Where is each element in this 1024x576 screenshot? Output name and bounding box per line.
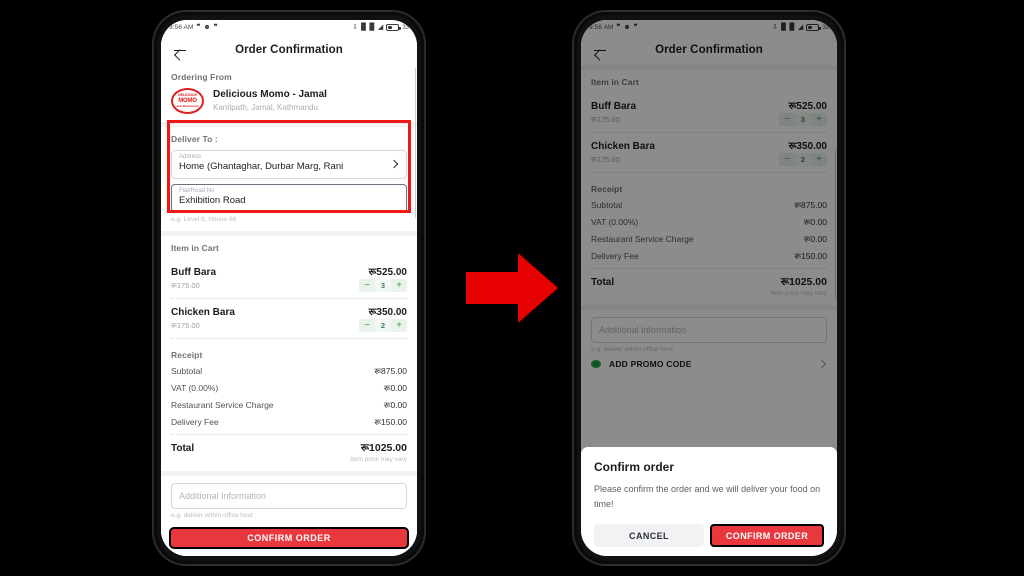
dialog-title: Confirm order [594,460,675,475]
dialog-actions: CANCEL CONFIRM ORDER [594,524,824,556]
row-divider [171,338,407,339]
cart-item-name: Buff Bara [171,267,217,278]
phone-right-screen: 9:56 AM ❞ ☻ ❞ ⇩ ▉ ▉ ◢ 33 Order Confirmat… [581,20,837,556]
quantity-value: 2 [375,319,391,332]
signal-icon: ▉ [361,24,367,31]
page-title: Order Confirmation [235,44,343,56]
flat-road-hint: e.g. Level 8, House 68 [171,216,237,223]
vendor-address: Kantipath, Jamal, Kathmandu [213,102,318,112]
flat-road-field[interactable]: Flat/Road No Exhibition Road [171,184,407,213]
cart-item-total: रू350.00 [368,307,407,318]
wifi-icon: ◢ [377,24,384,31]
confirm-order-dialog: Confirm order Please confirm the order a… [581,447,837,556]
ordering-from-title: Ordering From [171,72,232,82]
screenshot-stage: 9:56 AM ❞ ☻ ❞ ⇩ ▉ ▉ ◢ 33 Order Confirmat… [0,0,1024,576]
receipt-title: Receipt [171,350,203,360]
flat-road-value: Exhibition Road [179,195,246,207]
flat-road-text: Flat/Road No Exhibition Road [179,188,399,208]
right-arrow-icon [466,253,558,323]
scroll-content-left[interactable]: Ordering From DELICIOUS MOMO and Restaur… [161,65,417,556]
additional-info-hint: e.g. deliver within office hour [171,512,254,519]
vendor-name: Delicious Momo - Jamal [213,89,327,101]
receipt-section: Receipt Subtotal रू875.00 VAT (0.00%) रू… [161,347,417,471]
bottom-cta-bar: CONFIRM ORDER [161,522,417,556]
cart-section: Item in Cart Buff Bara रू525.00 रू175.00… [161,236,417,347]
quote-icon: ❞ [196,24,201,31]
increment-button[interactable]: + [391,319,407,332]
status-bar: 9:56 AM ❞ ☻ ❞ ⇩ ▉ ▉ ◢ 33 [161,20,417,35]
signal-icon: ▉ [369,24,375,31]
receipt-row: Restaurant Service Charge रू0.00 [171,400,407,411]
flat-road-label: Flat/Road No [179,188,215,194]
table-row: Chicken Bara रू350.00 रू175.00 − 2 + [171,299,407,339]
total-value: रू1025.00 [360,442,407,454]
deliver-to-title: Deliver To : [171,134,218,144]
chevron-right-icon[interactable] [390,160,399,169]
phone-left: 9:56 AM ❞ ☻ ❞ ⇩ ▉ ▉ ◢ 33 Order Confirmat… [152,10,426,566]
battery-icon [386,24,401,31]
cart-item-unit-price: रू175.00 [171,320,200,330]
cart-item-unit-price: रू175.00 [171,280,200,290]
receipt-row: Delivery Fee रू150.00 [171,417,407,428]
confirm-order-button[interactable]: CONFIRM ORDER [710,524,824,547]
app-bar: Order Confirmation [161,35,417,65]
cart-item-name: Chicken Bara [171,307,235,318]
quote-icon: ❞ [213,24,218,31]
receipt-label: Subtotal [171,366,203,376]
cart-item-total: रू525.00 [368,267,407,278]
receipt-value: रू150.00 [374,417,407,427]
receipt-value: रू875.00 [374,366,407,376]
back-arrow-icon[interactable] [171,42,187,58]
vendor-row[interactable]: DELICIOUS MOMO and Restaurant Delicious … [171,88,407,114]
price-note: Item price may vary [350,456,407,463]
receipt-row: Subtotal रू875.00 [171,366,407,377]
table-row: Buff Bara रू525.00 रू175.00 − 3 + [171,259,407,299]
cart-title: Item in Cart [171,243,219,253]
address-field-text: Address Home (Ghantaghar, Durbar Marg, R… [179,154,386,174]
status-bar-right: ⇩ ▉ ▉ ◢ 33 [352,24,409,31]
vendor-logo-icon: DELICIOUS MOMO and Restaurant [171,88,204,114]
vendor-info: Delicious Momo - Jamal Kantipath, Jamal,… [213,89,327,113]
receipt-total-row: Total रू1025.00 [171,441,407,455]
cart-item-controls: रू175.00 − 2 + [171,319,407,332]
quantity-stepper[interactable]: − 3 + [359,279,407,292]
cart-item-controls: रू175.00 − 3 + [171,279,407,292]
battery-percent: 33 [402,24,409,31]
receipt-label: Restaurant Service Charge [171,400,274,410]
receipt-value: रू0.00 [383,383,407,393]
cart-item-header: Buff Bara रू525.00 [171,264,407,278]
quantity-value: 3 [375,279,391,292]
address-label: Address [179,154,202,160]
phone-right: 9:56 AM ❞ ☻ ❞ ⇩ ▉ ▉ ◢ 33 Order Confirmat… [572,10,846,566]
status-bar-left: 9:56 AM ❞ ☻ ❞ [169,24,218,31]
receipt-value: रू0.00 [383,400,407,410]
scrollbar[interactable] [414,68,416,218]
bluetooth-icon: ⇩ [352,24,359,31]
confirm-order-button[interactable]: CONFIRM ORDER [169,527,409,549]
cart-item-header: Chicken Bara रू350.00 [171,304,407,318]
address-value: Home (Ghantaghar, Durbar Marg, Rani [179,161,344,173]
receipt-label: VAT (0.00%) [171,383,219,393]
total-label: Total [171,443,195,454]
status-time: 9:56 AM [169,24,194,31]
deliver-to-section: Deliver To : Address Home (Ghantaghar, D… [161,127,417,231]
phone-left-screen: 9:56 AM ❞ ☻ ❞ ⇩ ▉ ▉ ◢ 33 Order Confirmat… [161,20,417,556]
ordering-from-section: Ordering From DELICIOUS MOMO and Restaur… [161,65,417,122]
cancel-button[interactable]: CANCEL [594,524,704,547]
decrement-button[interactable]: − [359,319,375,332]
logo-bottom-text: and Restaurant [176,103,199,108]
additional-info-input[interactable]: Additional Information [171,483,407,509]
receipt-label: Delivery Fee [171,417,219,427]
face-icon: ☻ [203,24,211,31]
increment-button[interactable]: + [391,279,407,292]
decrement-button[interactable]: − [359,279,375,292]
receipt-row: VAT (0.00%) रू0.00 [171,383,407,394]
dialog-body: Please confirm the order and we will del… [594,484,821,510]
receipt-divider [171,434,407,435]
address-field[interactable]: Address Home (Ghantaghar, Durbar Marg, R… [171,150,407,179]
quantity-stepper[interactable]: − 2 + [359,319,407,332]
